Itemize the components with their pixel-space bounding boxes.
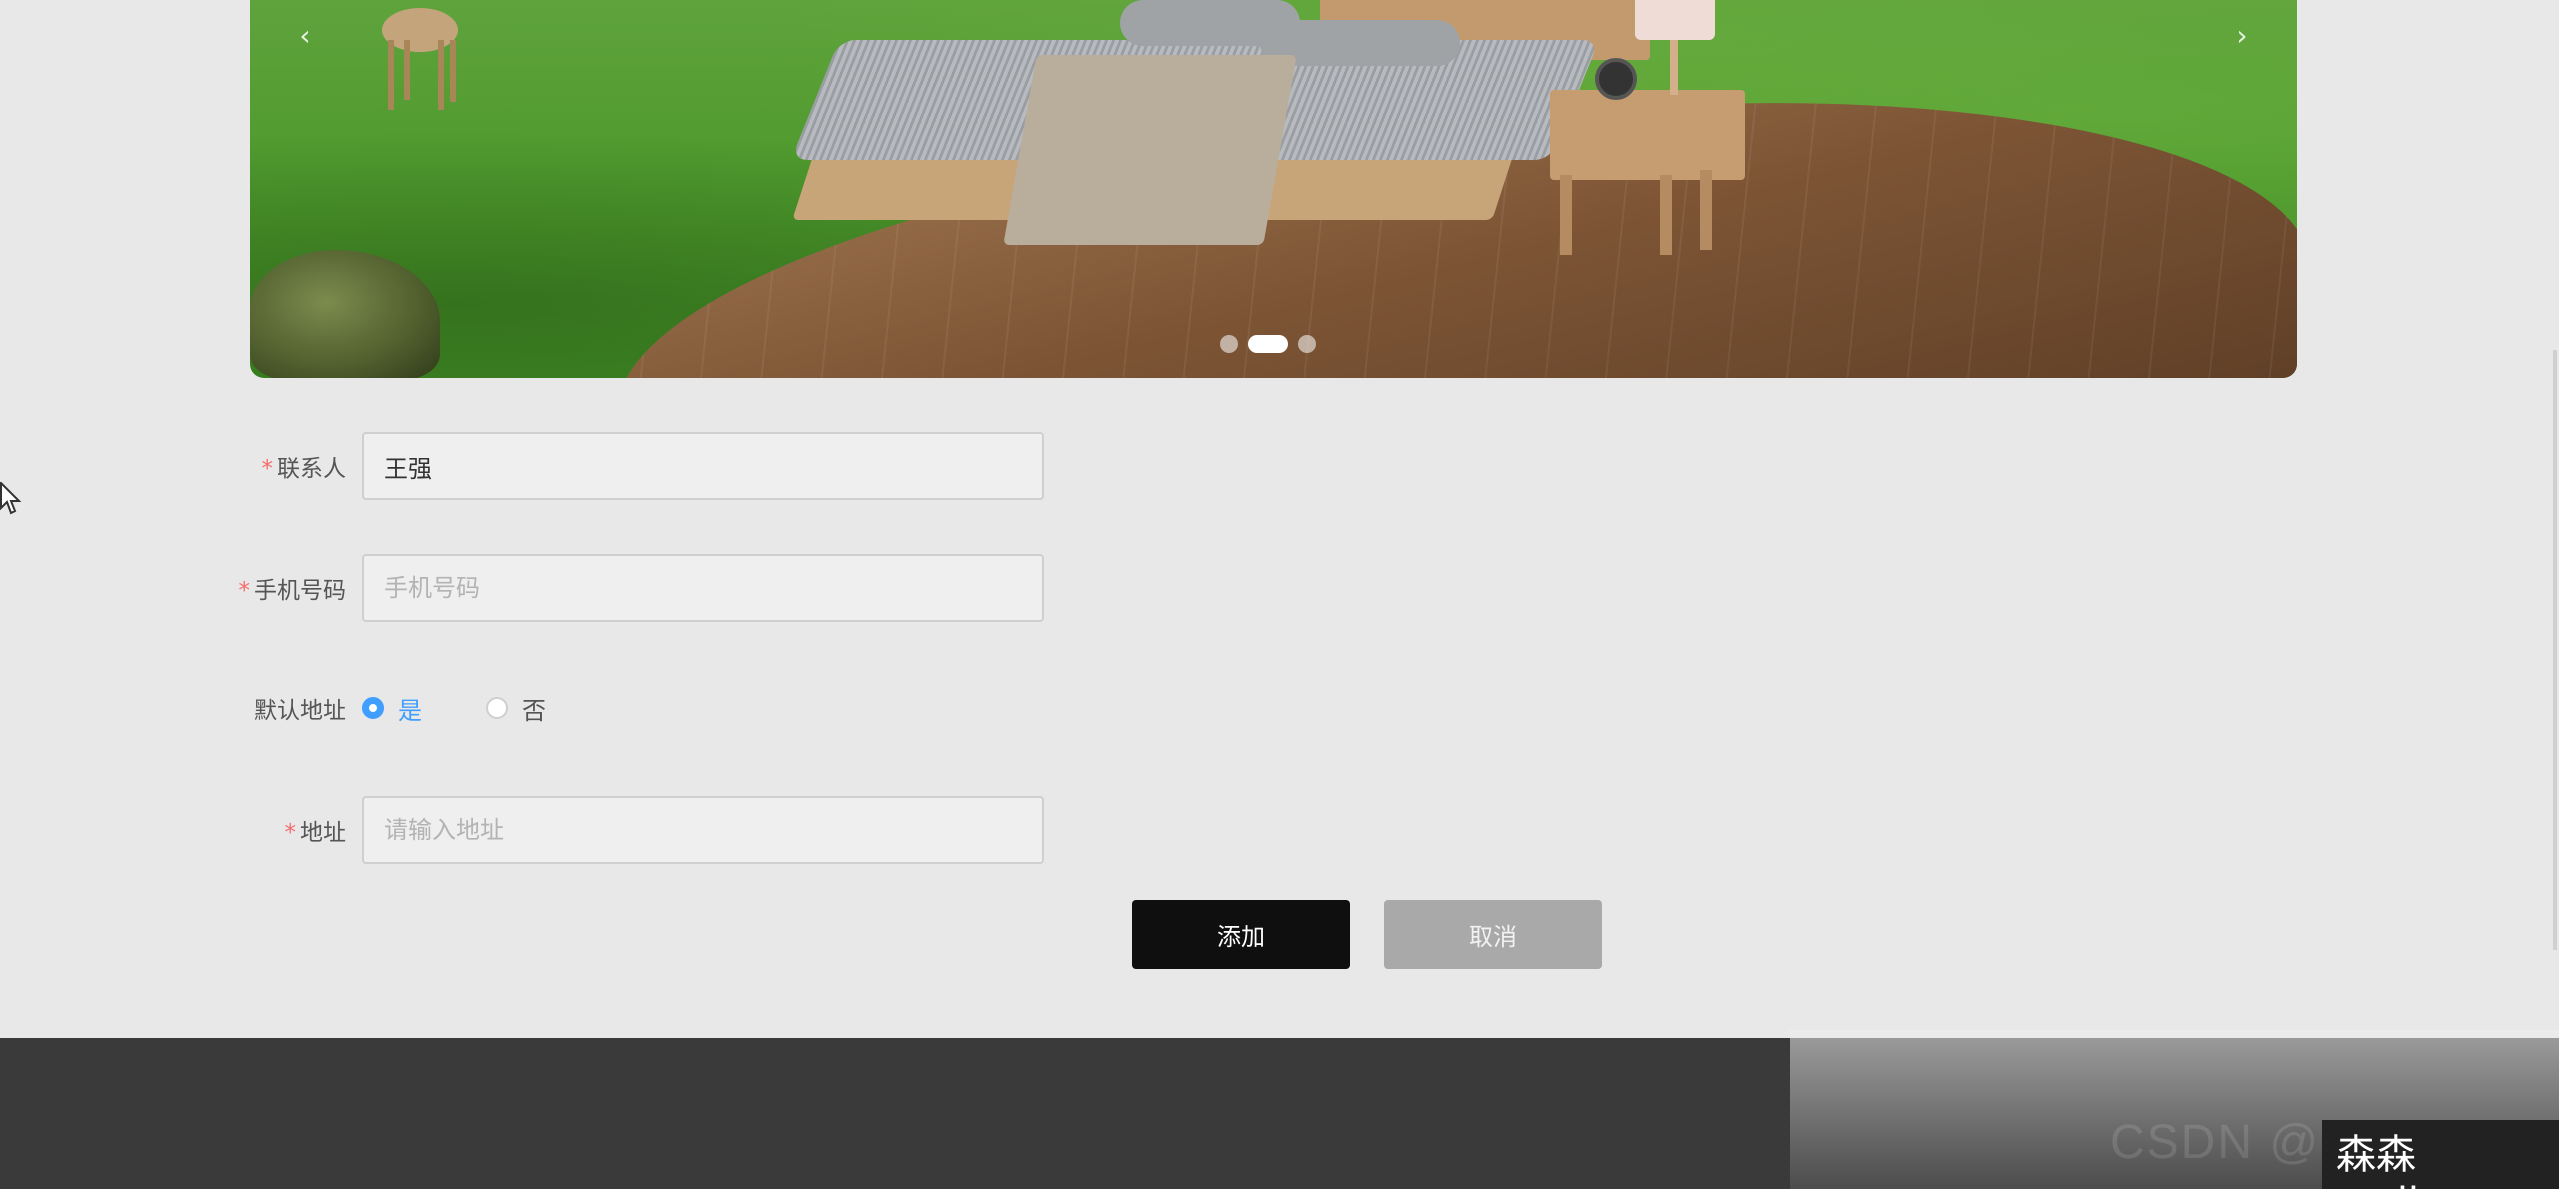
default-address-label-text: 默认地址 (254, 698, 346, 724)
radio-no-label: 否 (522, 696, 546, 725)
scrollbar-track[interactable] (2553, 350, 2557, 950)
author-watermark: 森森coding (2322, 1120, 2559, 1189)
address-row: * 地址 (150, 796, 1044, 864)
phone-label-text: 手机号码 (254, 578, 346, 604)
phone-row: * 手机号码 (150, 554, 1044, 622)
contact-row: * 联系人 (150, 432, 1044, 500)
contact-label-text: 联系人 (277, 456, 346, 482)
carousel-next-icon[interactable]: › (2222, 16, 2262, 56)
nightstand-leg (1660, 175, 1672, 255)
address-input[interactable] (362, 796, 1044, 864)
page: ‹ › *联系人 *手机号码 默认地址 是 (0, 0, 2559, 1189)
required-mark: * (284, 820, 297, 846)
carousel-dot-active[interactable] (1248, 335, 1288, 353)
deer-image (382, 8, 458, 110)
carousel-dot[interactable] (1220, 335, 1238, 353)
carousel-dot[interactable] (1298, 335, 1316, 353)
contact-input[interactable] (362, 432, 1044, 500)
lamp-image (1635, 0, 1715, 40)
phone-label: * 手机号码 (150, 571, 362, 605)
nightstand-leg (1560, 175, 1572, 255)
address-label: * 地址 (150, 813, 362, 847)
carousel-prev-icon[interactable]: ‹ (285, 16, 325, 56)
default-address-row: 默认地址 是 否 (150, 674, 610, 742)
contact-label: * 联系人 (150, 449, 362, 483)
required-mark: * (238, 578, 251, 604)
required-mark: * (261, 456, 274, 482)
radio-checked-icon[interactable] (362, 697, 384, 719)
carousel-indicators (1220, 335, 1316, 353)
address-label-text: 地址 (300, 820, 346, 846)
radio-yes[interactable]: 是 (362, 691, 422, 726)
blanket-image (1003, 55, 1297, 245)
radio-no[interactable]: 否 (486, 691, 546, 726)
csdn-watermark: CSDN @ (2110, 1116, 2321, 1169)
cancel-button[interactable]: 取消 (1384, 900, 1602, 969)
radio-yes-label: 是 (398, 696, 422, 725)
nightstand-image (1550, 90, 1745, 180)
add-button[interactable]: 添加 (1132, 900, 1350, 969)
nightstand-leg (1700, 170, 1712, 250)
banner-carousel[interactable]: ‹ › (250, 0, 2297, 378)
phone-input[interactable] (362, 554, 1044, 622)
mouse-cursor-icon (0, 482, 22, 515)
default-address-radio-group: 是 否 (362, 691, 610, 726)
alarm-clock-image (1595, 58, 1637, 100)
radio-unchecked-icon[interactable] (486, 697, 508, 719)
default-address-label: 默认地址 (150, 691, 362, 725)
lamp-stem (1670, 40, 1678, 95)
